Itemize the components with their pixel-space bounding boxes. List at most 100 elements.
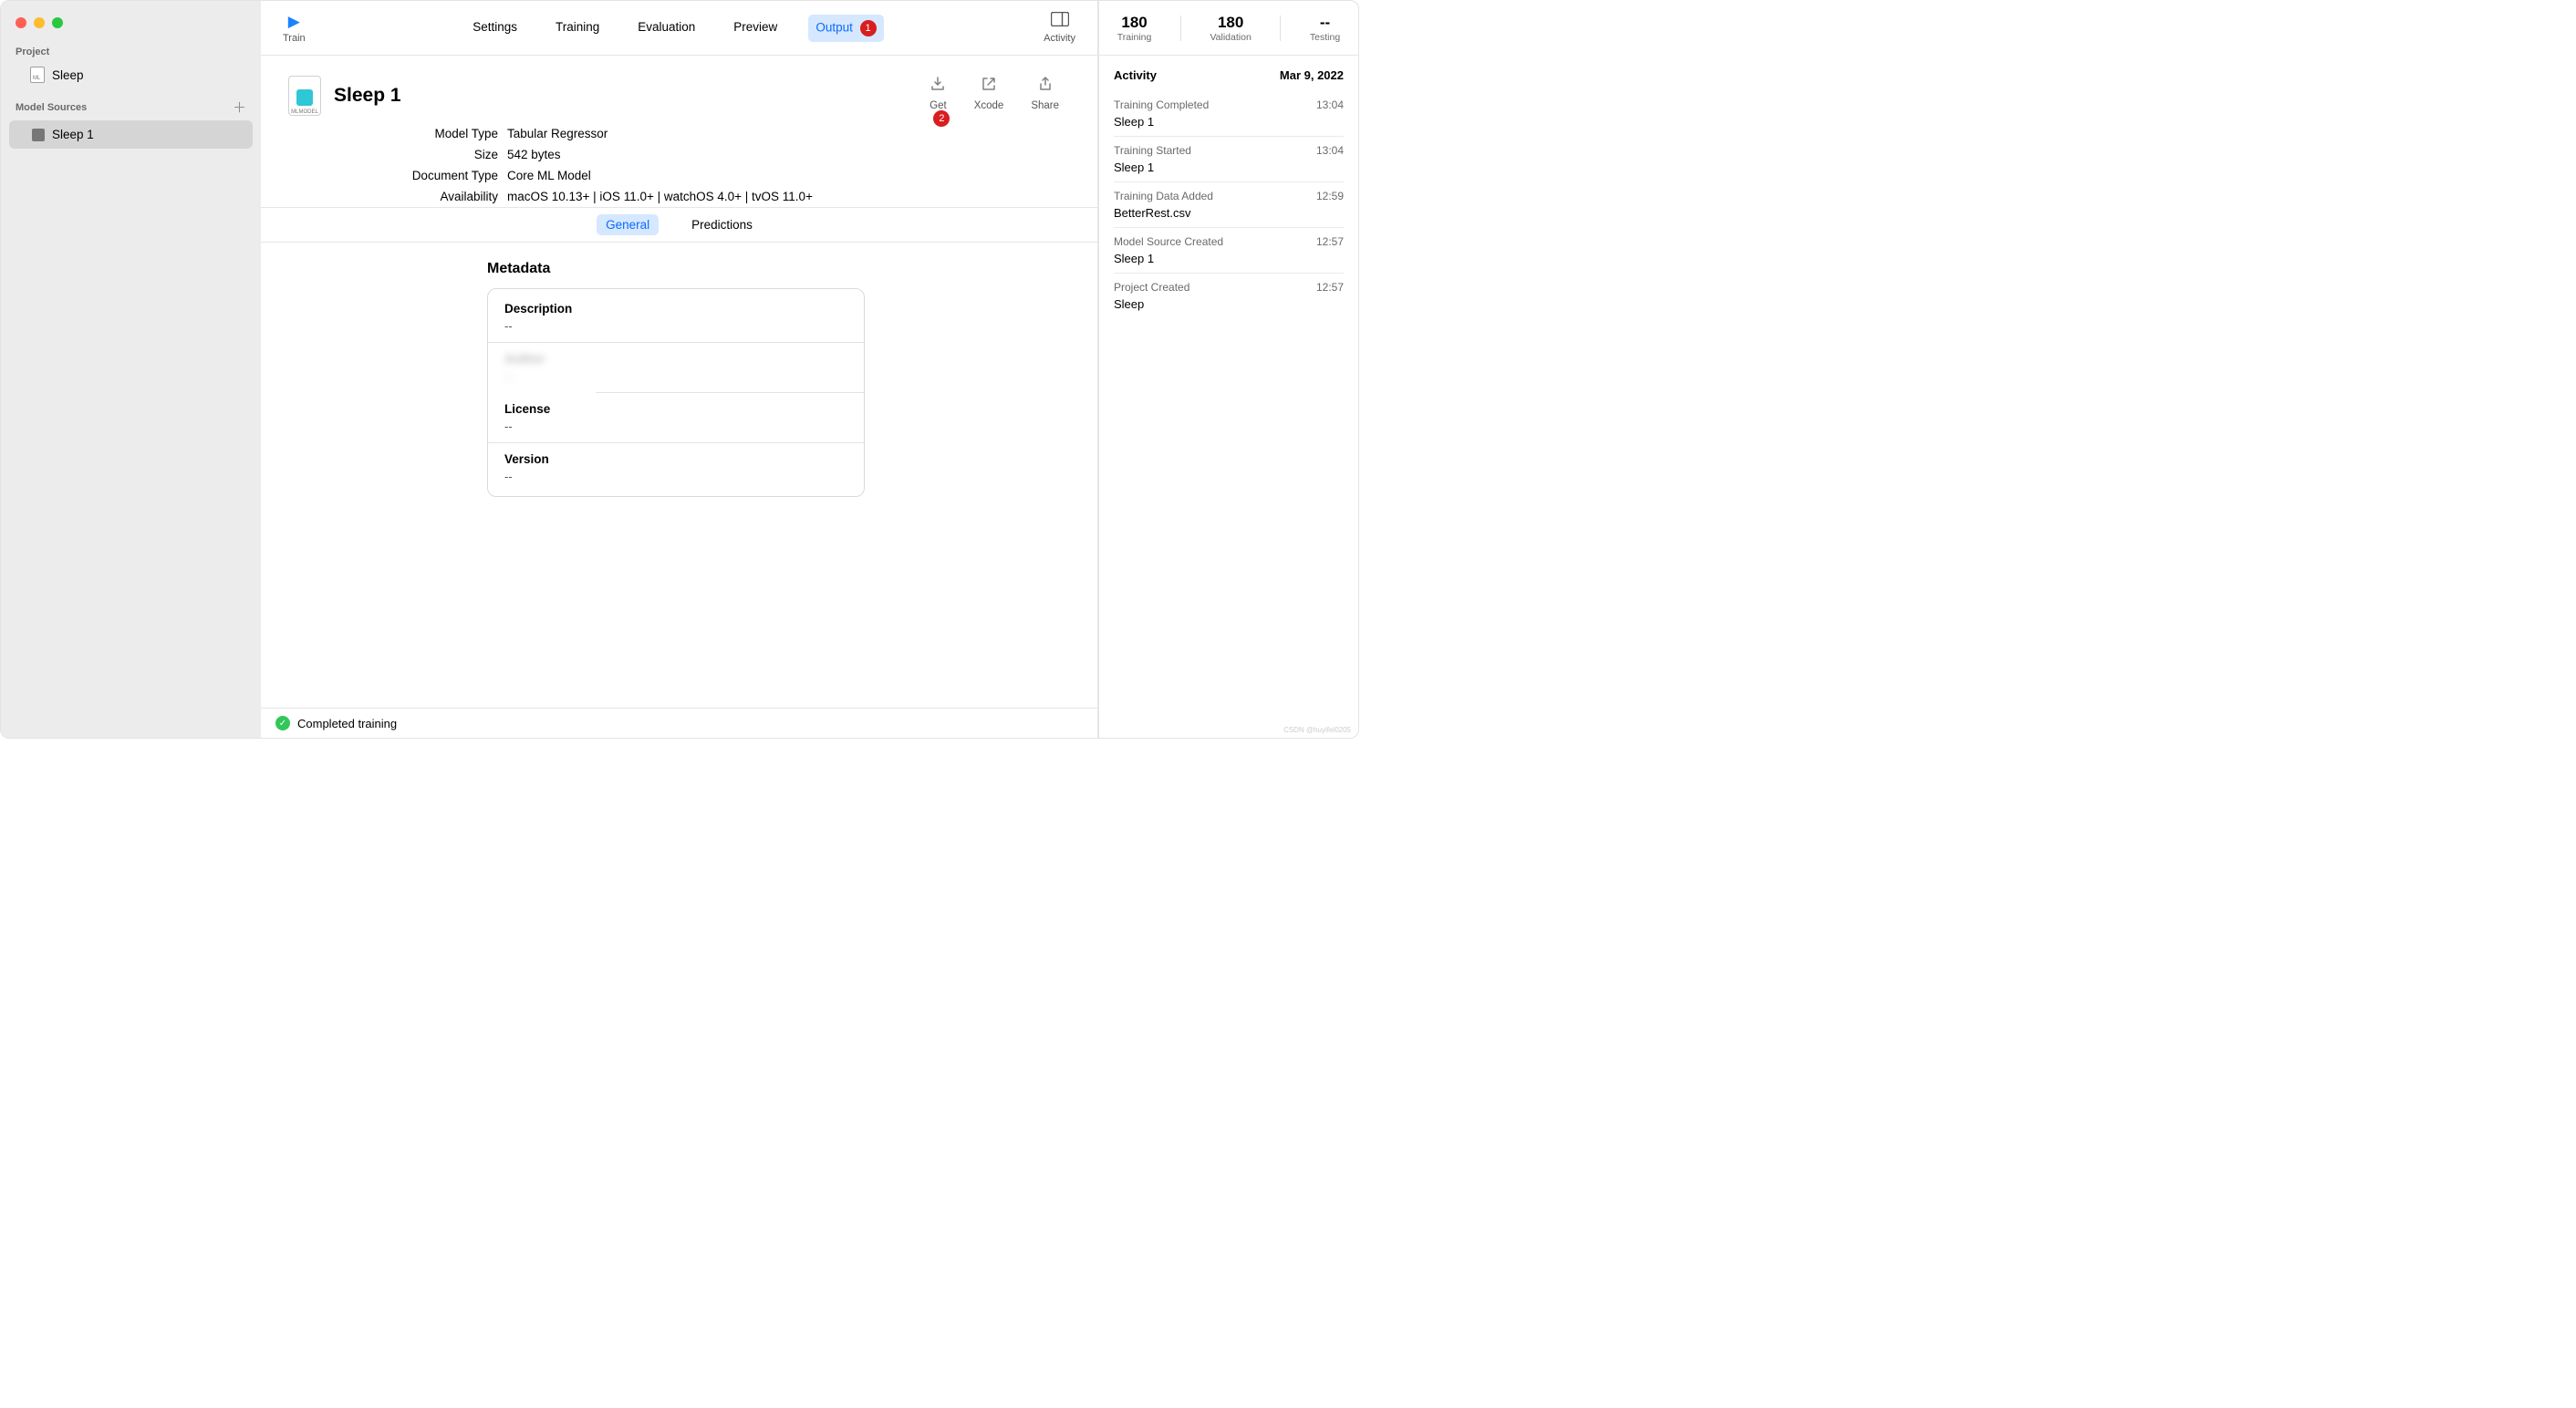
availability-value: macOS 10.13+ | iOS 11.0+ | watchOS 4.0+ …	[507, 190, 813, 203]
model-properties: Model TypeTabular Regressor Size542 byte…	[407, 123, 813, 207]
badge-1: 1	[860, 20, 877, 36]
log-time: 13:04	[1316, 98, 1344, 111]
watermark: CSDN @huyifei0205	[1099, 722, 1358, 738]
validation-label: Validation	[1210, 32, 1251, 43]
close-icon[interactable]	[16, 17, 26, 28]
tab-training[interactable]: Training	[548, 15, 607, 42]
log-title: Training Data Added	[1114, 190, 1213, 202]
log-time: 13:04	[1316, 144, 1344, 157]
activity-date: Mar 9, 2022	[1280, 68, 1344, 82]
log-sub: Sleep 1	[1114, 115, 1344, 129]
license-label: License	[504, 402, 847, 416]
log-title: Project Created	[1114, 281, 1189, 294]
description-value: --	[504, 319, 847, 333]
version-label: Version	[504, 452, 847, 466]
tab-output-label: Output	[815, 20, 853, 34]
log-item[interactable]: Project Created 12:57 Sleep	[1114, 274, 1344, 318]
metrics-bar: 180 Training 180 Validation -- Testing	[1099, 1, 1358, 56]
app-window: Project Sleep Model Sources ＋ Sleep 1 ▶ …	[0, 0, 1359, 739]
sidebar-section-project: Project	[1, 41, 261, 63]
testing-label: Testing	[1310, 32, 1340, 43]
tab-evaluation[interactable]: Evaluation	[630, 15, 702, 42]
metadata-license[interactable]: License --	[488, 393, 864, 443]
model-source-name: Sleep 1	[52, 128, 94, 141]
size-label: Size	[407, 148, 498, 161]
log-title: Training Started	[1114, 144, 1191, 157]
get-button[interactable]: Get 2	[930, 76, 947, 111]
mlmodel-icon: MLMODEL	[288, 76, 321, 116]
download-icon	[930, 76, 946, 97]
sidebar: Project Sleep Model Sources ＋ Sleep 1	[1, 1, 261, 738]
log-time: 12:59	[1316, 190, 1344, 202]
log-sub: Sleep 1	[1114, 160, 1344, 174]
sub-tab-bar: General Predictions	[261, 207, 1097, 243]
tab-bar: Settings Training Evaluation Preview Out…	[465, 15, 883, 42]
tab-output[interactable]: Output 1	[808, 15, 883, 42]
author-value: --	[504, 369, 566, 383]
sidebar-right-icon	[1051, 12, 1069, 31]
log-title: Training Completed	[1114, 98, 1209, 111]
version-value: --	[504, 470, 847, 483]
checkmark-icon: ✓	[275, 716, 290, 730]
license-value: --	[504, 419, 847, 433]
availability-label: Availability	[407, 190, 498, 203]
metadata-description[interactable]: Description --	[488, 293, 864, 343]
xcode-button[interactable]: Xcode	[974, 76, 1004, 111]
status-bar: ✓ Completed training	[261, 708, 1097, 738]
metadata-author[interactable]: Author --	[488, 343, 582, 392]
tab-settings[interactable]: Settings	[465, 15, 525, 42]
metric-testing: -- Testing	[1303, 14, 1347, 43]
divider	[1280, 16, 1281, 41]
log-title: Model Source Created	[1114, 235, 1223, 248]
training-number: 180	[1117, 14, 1152, 32]
toolbar: ▶ Train Settings Training Evaluation Pre…	[261, 1, 1097, 56]
metadata-card: Description -- Author -- License -- Vers…	[487, 288, 865, 497]
tab-preview[interactable]: Preview	[726, 15, 784, 42]
document-type-label: Document Type	[407, 169, 498, 182]
training-label: Training	[1117, 32, 1152, 43]
sidebar-section-sources: Model Sources	[16, 102, 87, 113]
zoom-icon[interactable]	[52, 17, 63, 28]
activity-toggle-button[interactable]: Activity	[1044, 12, 1075, 44]
share-button[interactable]: Share	[1031, 76, 1059, 111]
train-button[interactable]: ▶ Train	[283, 13, 306, 44]
document-icon	[30, 67, 45, 83]
divider	[1180, 16, 1181, 41]
subtab-predictions[interactable]: Predictions	[682, 214, 762, 235]
log-item[interactable]: Training Data Added 12:59 BetterRest.csv	[1114, 182, 1344, 228]
metric-validation: 180 Validation	[1202, 14, 1258, 43]
metric-training: 180 Training	[1110, 14, 1159, 43]
train-label: Train	[283, 33, 306, 44]
validation-number: 180	[1210, 14, 1251, 32]
page-title: Sleep 1	[334, 85, 401, 107]
log-sub: Sleep 1	[1114, 252, 1344, 265]
log-item[interactable]: Model Source Created 12:57 Sleep 1	[1114, 228, 1344, 274]
log-time: 12:57	[1316, 235, 1344, 248]
status-text: Completed training	[297, 717, 397, 730]
log-item[interactable]: Training Completed 13:04 Sleep 1	[1114, 91, 1344, 137]
activity-log: Training Completed 13:04 Sleep 1 Training…	[1099, 91, 1358, 318]
activity-heading: Activity	[1114, 68, 1157, 82]
share-label: Share	[1031, 100, 1059, 111]
log-time: 12:57	[1316, 281, 1344, 294]
testing-number: --	[1310, 14, 1340, 32]
sidebar-item-model[interactable]: Sleep 1	[9, 120, 253, 149]
add-source-button[interactable]: ＋	[233, 98, 246, 117]
activity-label: Activity	[1044, 33, 1075, 44]
log-sub: Sleep	[1114, 297, 1344, 311]
external-link-icon	[981, 76, 997, 97]
log-sub: BetterRest.csv	[1114, 206, 1344, 220]
metadata-version[interactable]: Version --	[488, 443, 864, 492]
content-area: MLMODEL Sleep 1 Get 2	[261, 56, 1097, 708]
log-item[interactable]: Training Started 13:04 Sleep 1	[1114, 137, 1344, 182]
description-label: Description	[504, 302, 847, 316]
xcode-label: Xcode	[974, 100, 1004, 111]
get-label: Get	[930, 100, 947, 111]
sidebar-item-project[interactable]: Sleep	[1, 63, 261, 87]
subtab-general[interactable]: General	[597, 214, 659, 235]
model-type-value: Tabular Regressor	[507, 127, 608, 140]
minimize-icon[interactable]	[34, 17, 45, 28]
document-type-value: Core ML Model	[507, 169, 591, 182]
activity-panel: 180 Training 180 Validation -- Testing A…	[1098, 1, 1358, 738]
size-value: 542 bytes	[507, 148, 561, 161]
